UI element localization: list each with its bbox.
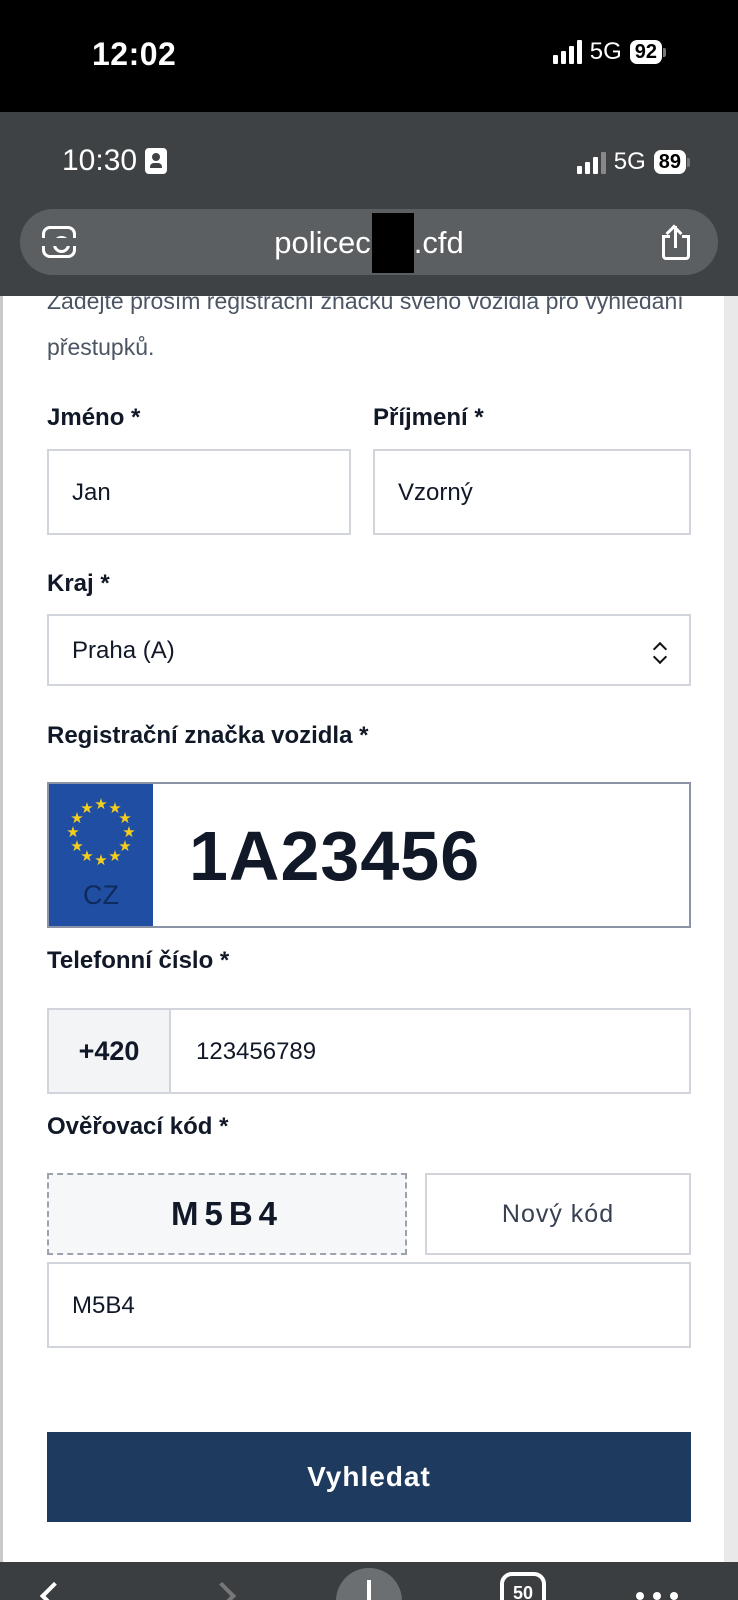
last-name-label: Příjmení *: [373, 404, 484, 431]
chevron-up-down-icon: [653, 642, 667, 664]
more-icon[interactable]: [636, 1592, 678, 1600]
phone-input[interactable]: 123456789: [196, 1038, 316, 1066]
new-tab-icon[interactable]: [336, 1568, 402, 1600]
phone-label: Telefonní číslo *: [47, 947, 230, 974]
address-bar[interactable]: policec nu.cfd: [20, 209, 718, 275]
new-code-button[interactable]: Nový kód: [425, 1173, 691, 1255]
eu-stars-icon: ★ ★ ★ ★ ★ ★ ★ ★ ★ ★ ★ ★: [66, 796, 136, 869]
device-network: 5G: [589, 38, 622, 65]
plate-number-value: 1A23456: [189, 817, 481, 895]
captcha-code: M5B4: [47, 1173, 407, 1255]
page-scroll-edge: [724, 296, 738, 1562]
region-label: Kraj *: [47, 570, 110, 597]
browser-time: 10:30: [62, 144, 138, 177]
device-battery-level: 92: [629, 40, 662, 64]
tabs-icon[interactable]: 50: [500, 1572, 546, 1600]
redaction-bar: [372, 213, 414, 273]
last-name-value: Vzorný: [398, 479, 473, 506]
eu-flag-band: ★ ★ ★ ★ ★ ★ ★ ★ ★ ★ ★ ★ CZ: [49, 784, 153, 926]
license-plate-input[interactable]: ★ ★ ★ ★ ★ ★ ★ ★ ★ ★ ★ ★ CZ 1A23456: [47, 782, 691, 928]
first-name-input[interactable]: Jan: [47, 449, 351, 535]
device-status-icons: 5G 92: [552, 38, 666, 66]
phone-input-group: +420 123456789: [47, 1008, 691, 1094]
battery-icon: 89: [653, 150, 690, 174]
signal-icon: [552, 40, 582, 64]
first-name-value: Jan: [72, 479, 111, 506]
browser-status-time: 10:30: [62, 144, 168, 178]
page-edge: [0, 296, 3, 1562]
browser-network: 5G: [613, 148, 646, 175]
forward-icon[interactable]: [207, 1581, 237, 1600]
intro-text: Zadejte prosím registrační značku svého …: [47, 296, 684, 360]
battery-icon: 92: [629, 40, 666, 64]
region-select[interactable]: Praha (A): [47, 614, 691, 686]
verification-label: Ověřovací kód *: [47, 1113, 229, 1140]
signal-icon: [576, 150, 606, 174]
share-icon[interactable]: [660, 224, 692, 260]
plate-country-code: CZ: [83, 880, 119, 910]
browser-toolbar: 50: [0, 1562, 738, 1600]
last-name-input[interactable]: Vzorný: [373, 449, 691, 535]
browser-chrome: 10:30 5G 89 policec nu.cfd: [0, 112, 738, 296]
page-content: Zadejte prosím registrační značku svého …: [0, 296, 738, 1562]
search-button[interactable]: Vyhledat: [47, 1432, 691, 1522]
plate-label: Registrační značka vozidla *: [47, 722, 369, 749]
phone-prefix: +420: [49, 1010, 171, 1092]
device-time: 12:02: [92, 36, 177, 72]
browser-battery-level: 89: [653, 150, 686, 174]
verification-value: M5B4: [72, 1292, 135, 1319]
device-status-bar: 12:02 5G 92: [0, 0, 738, 112]
region-value: Praha (A): [72, 637, 175, 664]
browser-status-icons: 5G 89: [576, 148, 690, 176]
url-text[interactable]: policec nu.cfd: [20, 225, 718, 261]
contact-card-icon: [145, 148, 168, 174]
verification-input[interactable]: M5B4: [47, 1262, 691, 1348]
first-name-label: Jméno *: [47, 404, 141, 431]
back-icon[interactable]: [39, 1581, 69, 1600]
